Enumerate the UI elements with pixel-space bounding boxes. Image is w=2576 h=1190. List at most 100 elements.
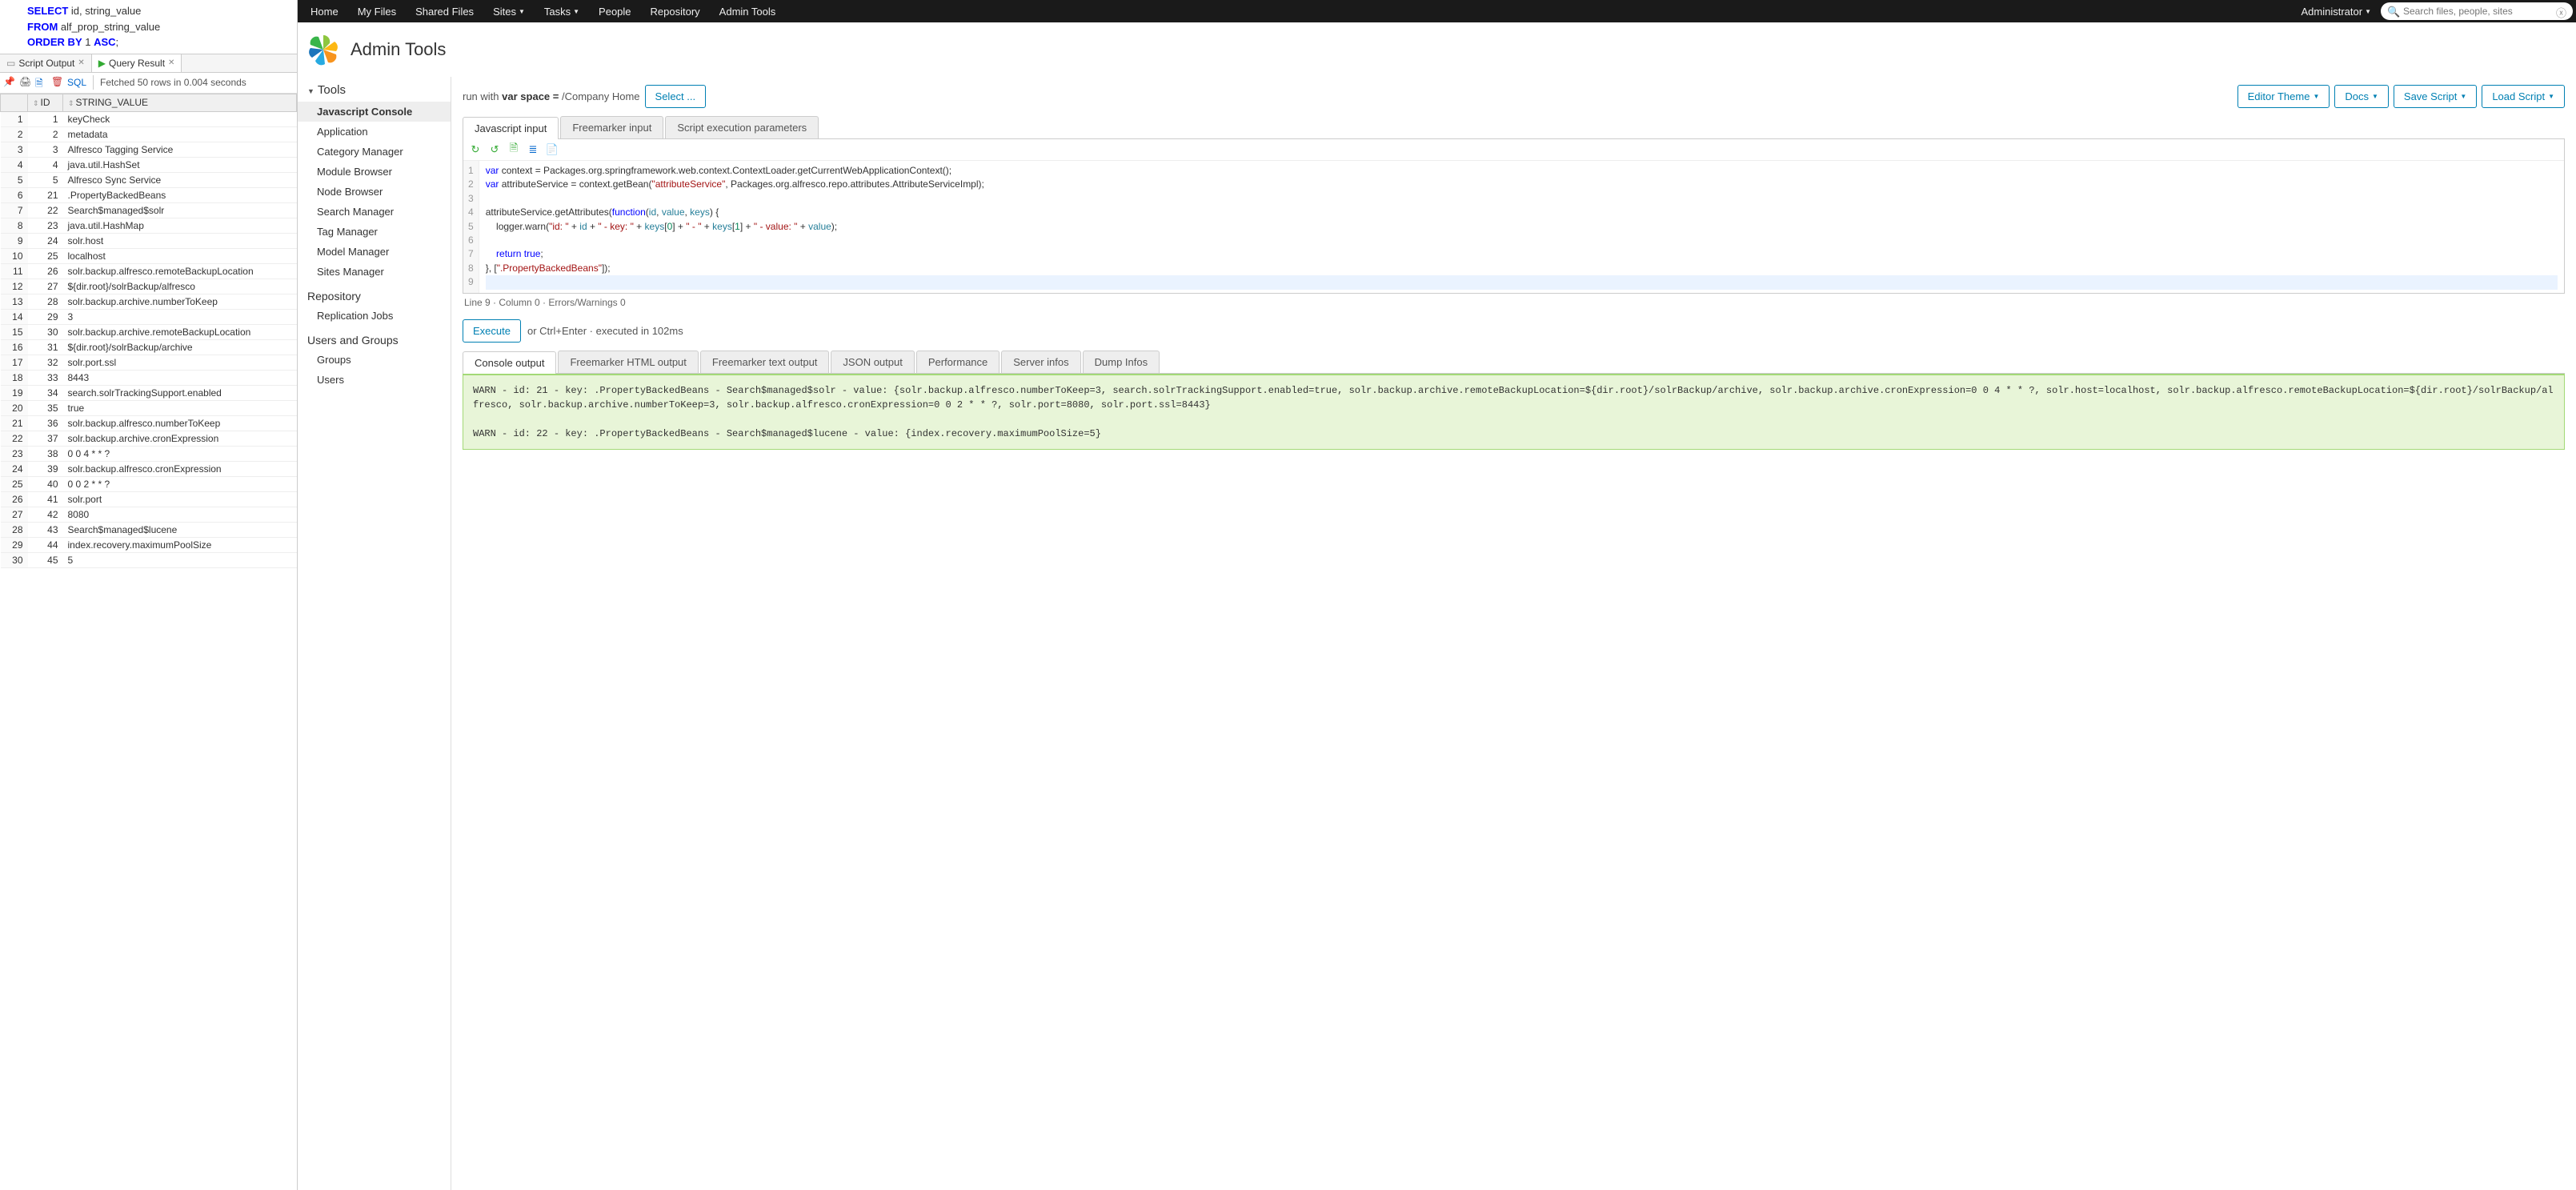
page-title: Admin Tools <box>351 39 446 60</box>
table-row[interactable]: 18338443 <box>1 370 297 385</box>
select-space-button[interactable]: Select ... <box>645 85 707 108</box>
tab-console-output[interactable]: Console output <box>463 351 556 374</box>
sql-editor[interactable]: SELECT id, string_valueFROM alf_prop_str… <box>0 0 297 54</box>
clear-icon[interactable]: 🗎 <box>507 142 521 157</box>
nav-tasks[interactable]: Tasks▼ <box>544 6 579 18</box>
sidebar-item-users[interactable]: Users <box>298 370 451 390</box>
sql-result-tabs: ▭ Script Output ✕ ▶ Query Result ✕ <box>0 54 297 73</box>
table-row[interactable]: 2136solr.backup.alfresco.numberToKeep <box>1 415 297 431</box>
tab-javascript-input[interactable]: Javascript input <box>463 117 559 139</box>
chevron-down-icon: ▼ <box>2548 93 2554 100</box>
docs-button[interactable]: Docs▼ <box>2334 85 2389 108</box>
table-row[interactable]: 22metadata <box>1 126 297 142</box>
table-row[interactable]: 2035true <box>1 400 297 415</box>
table-row[interactable]: 1227${dir.root}/solrBackup/alfresco <box>1 278 297 294</box>
table-row[interactable]: 44java.util.HashSet <box>1 157 297 172</box>
clear-icon[interactable]: ⓧ <box>2556 5 2566 20</box>
table-row[interactable]: 23380 0 4 * * ? <box>1 446 297 461</box>
tab-freemarker-input[interactable]: Freemarker input <box>560 116 663 138</box>
nav-repository[interactable]: Repository <box>651 6 700 18</box>
tab-freemarker-text-output[interactable]: Freemarker text output <box>700 351 830 373</box>
code-editor[interactable]: 123456789 var context = Packages.org.spr… <box>463 161 2564 293</box>
save-script-button[interactable]: Save Script▼ <box>2394 85 2477 108</box>
tab-server-infos[interactable]: Server infos <box>1001 351 1080 373</box>
search-input[interactable] <box>2381 2 2573 20</box>
table-row[interactable]: 1631${dir.root}/solrBackup/archive <box>1 339 297 355</box>
top-nav-bar: Home My Files Shared Files Sites▼ Tasks▼ Peop… <box>298 0 2576 22</box>
table-row[interactable]: 621.PropertyBackedBeans <box>1 187 297 202</box>
redo-icon[interactable]: ↻ <box>468 142 483 157</box>
table-row[interactable]: 2237solr.backup.archive.cronExpression <box>1 431 297 446</box>
format-icon[interactable]: ≣ <box>526 142 540 157</box>
sidebar-item-tag-manager[interactable]: Tag Manager <box>298 222 451 242</box>
table-row[interactable]: 1328solr.backup.archive.numberToKeep <box>1 294 297 309</box>
table-row[interactable]: 2944index.recovery.maximumPoolSize <box>1 537 297 552</box>
table-row[interactable]: 1126solr.backup.alfresco.remoteBackupLoc… <box>1 263 297 278</box>
export-icon[interactable]: 🗎 <box>35 76 48 89</box>
table-row[interactable]: 722Search$managed$solr <box>1 202 297 218</box>
sidebar-item-javascript-console[interactable]: Javascript Console <box>298 102 451 122</box>
table-row[interactable]: 27428080 <box>1 507 297 522</box>
tab-performance[interactable]: Performance <box>916 351 1000 373</box>
sidebar-item-search-manager[interactable]: Search Manager <box>298 202 451 222</box>
table-row[interactable]: 55Alfresco Sync Service <box>1 172 297 187</box>
sidebar-section-tools[interactable]: Tools <box>298 77 451 102</box>
admin-sidebar: Tools Javascript ConsoleApplicationCateg… <box>298 77 451 1190</box>
sidebar-item-node-browser[interactable]: Node Browser <box>298 182 451 202</box>
execute-button[interactable]: Execute <box>463 319 521 343</box>
table-row[interactable]: 30455 <box>1 552 297 567</box>
table-row[interactable]: 823java.util.HashMap <box>1 218 297 233</box>
undo-icon[interactable]: ↺ <box>487 142 502 157</box>
user-menu[interactable]: Administrator ▼ <box>2302 6 2372 18</box>
delete-icon[interactable]: 🗑 <box>51 76 64 89</box>
pin-icon[interactable]: 📌 <box>3 76 16 89</box>
alfresco-logo-icon <box>306 32 341 67</box>
nav-shared-files[interactable]: Shared Files <box>415 6 474 18</box>
tab-script-output[interactable]: ▭ Script Output ✕ <box>0 54 92 72</box>
table-row[interactable]: 2843Search$managed$lucene <box>1 522 297 537</box>
sidebar-item-category-manager[interactable]: Category Manager <box>298 142 451 162</box>
value-column-header[interactable]: ⇕STRING_VALUE <box>63 94 297 111</box>
sidebar-item-replication-jobs[interactable]: Replication Jobs <box>298 306 451 326</box>
sidebar-item-module-browser[interactable]: Module Browser <box>298 162 451 182</box>
nav-sites[interactable]: Sites▼ <box>493 6 525 18</box>
table-row[interactable]: 11keyCheck <box>1 111 297 126</box>
table-row[interactable]: 1934search.solrTrackingSupport.enabled <box>1 385 297 400</box>
sidebar-item-sites-manager[interactable]: Sites Manager <box>298 262 451 282</box>
play-icon: ▶ <box>98 58 106 69</box>
tab-json-output[interactable]: JSON output <box>831 351 914 373</box>
close-icon[interactable]: ✕ <box>168 58 174 67</box>
sql-link[interactable]: SQL <box>67 77 86 88</box>
run-with-label: run with var space = /Company Home <box>463 90 640 102</box>
table-row[interactable]: 2439solr.backup.alfresco.cronExpression <box>1 461 297 476</box>
tab-query-result[interactable]: ▶ Query Result ✕ <box>92 54 182 72</box>
print-icon[interactable]: 🖨 <box>19 76 32 89</box>
nav-people[interactable]: People <box>599 6 631 18</box>
tab-dump-infos[interactable]: Dump Infos <box>1083 351 1160 373</box>
load-script-button[interactable]: Load Script▼ <box>2482 85 2565 108</box>
tab-label: Script Output <box>18 58 74 69</box>
table-row[interactable]: 1732solr.port.ssl <box>1 355 297 370</box>
sidebar-item-application[interactable]: Application <box>298 122 451 142</box>
sidebar-item-groups[interactable]: Groups <box>298 350 451 370</box>
chevron-down-icon: ▼ <box>2313 93 2319 100</box>
tab-freemarker-html-output[interactable]: Freemarker HTML output <box>558 351 698 373</box>
new-doc-icon[interactable]: 📄 <box>545 142 559 157</box>
table-row[interactable]: 2641solr.port <box>1 491 297 507</box>
table-row[interactable]: 1530solr.backup.archive.remoteBackupLoca… <box>1 324 297 339</box>
table-row[interactable]: 924solr.host <box>1 233 297 248</box>
table-row[interactable]: 14293 <box>1 309 297 324</box>
close-icon[interactable]: ✕ <box>78 58 84 67</box>
nav-home[interactable]: Home <box>310 6 339 18</box>
sidebar-item-model-manager[interactable]: Model Manager <box>298 242 451 262</box>
tab-script-execution-parameters[interactable]: Script execution parameters <box>665 116 819 138</box>
table-row[interactable]: 25400 0 2 * * ? <box>1 476 297 491</box>
script-output-icon: ▭ <box>6 58 15 69</box>
table-row[interactable]: 33Alfresco Tagging Service <box>1 142 297 157</box>
nav-my-files[interactable]: My Files <box>358 6 396 18</box>
sql-result-grid[interactable]: ⇕ID ⇕STRING_VALUE 11keyCheck22metadata33… <box>0 94 297 1190</box>
editor-theme-button[interactable]: Editor Theme▼ <box>2237 85 2330 108</box>
table-row[interactable]: 1025localhost <box>1 248 297 263</box>
id-column-header[interactable]: ⇕ID <box>28 94 63 111</box>
nav-admin-tools[interactable]: Admin Tools <box>719 6 776 18</box>
